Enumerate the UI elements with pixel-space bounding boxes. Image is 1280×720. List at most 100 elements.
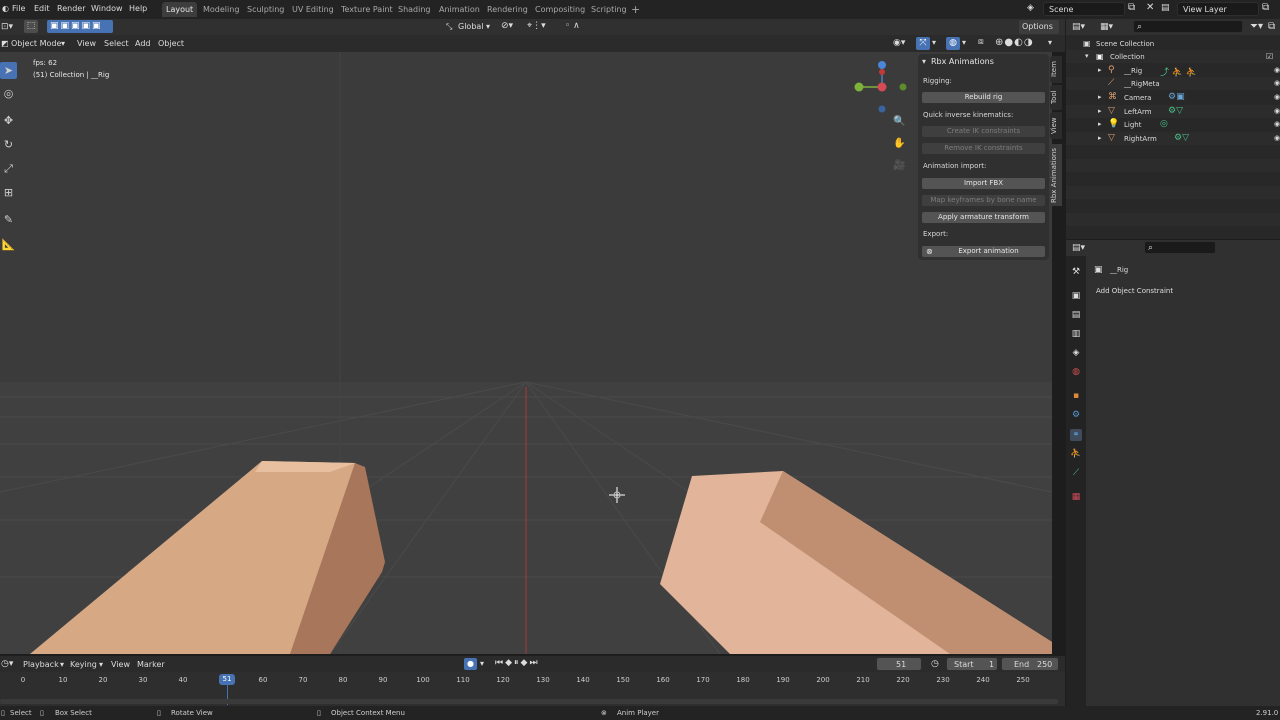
tab-rendering[interactable]: Rendering: [483, 2, 532, 17]
apply-armature-button[interactable]: Apply armature transform: [922, 212, 1045, 223]
selection-mode-icon[interactable]: ▣▣▣▣▣: [47, 20, 113, 33]
view-layer-icon[interactable]: ▤: [1161, 3, 1170, 13]
chevron-down-icon[interactable]: ▾: [60, 660, 64, 669]
chevron-down-icon[interactable]: ▾: [1085, 52, 1089, 60]
chevron-down-icon[interactable]: ▾: [932, 38, 936, 47]
annotate-tool-icon[interactable]: ✎: [0, 211, 17, 228]
transform-orientation-icon[interactable]: ⤡: [446, 22, 452, 32]
chevron-down-icon[interactable]: ▾: [486, 22, 490, 31]
3d-viewport[interactable]: fps: 62 (51) Collection | __Rig ➤ ◎ ✥ ↻ …: [0, 52, 1052, 654]
timeline-editor-icon[interactable]: ◷▾: [1, 659, 13, 669]
xray-icon[interactable]: ⧈: [978, 37, 984, 47]
view-layer-tab-icon[interactable]: ▥: [1070, 328, 1082, 340]
tool-tab-icon[interactable]: ⚒: [1070, 266, 1082, 278]
menu-playback[interactable]: Playback: [23, 660, 59, 669]
eye-icon[interactable]: ◉: [1274, 79, 1280, 87]
data-tab-icon[interactable]: ⟋: [1070, 467, 1082, 479]
current-frame-field[interactable]: 51: [876, 657, 922, 671]
eye-icon[interactable]: ◉: [1274, 120, 1280, 128]
outliner-item-light[interactable]: ▸ 💡 Light ◎ ◉: [1066, 118, 1280, 131]
proportional-edit-icon[interactable]: ◦ ∧: [565, 21, 580, 31]
chevron-right-icon[interactable]: ▸: [1098, 134, 1102, 142]
menu-select[interactable]: Select: [104, 39, 129, 48]
snap-icon[interactable]: ⌖⋮▾: [527, 21, 546, 31]
tab-layout[interactable]: Layout: [162, 2, 198, 17]
timeline-scrollbar[interactable]: [0, 699, 1058, 704]
world-tab-icon[interactable]: ◍: [1070, 366, 1082, 378]
remove-ik-button[interactable]: Remove IK constraints: [922, 143, 1045, 154]
scene-tab-icon[interactable]: ◈: [1070, 347, 1082, 359]
menu-view[interactable]: View: [77, 39, 96, 48]
new-view-layer-icon[interactable]: ⧉: [1262, 2, 1269, 13]
tab-tool[interactable]: Tool: [1050, 85, 1062, 110]
timeline-scrubber[interactable]: 0 10 20 30 40 60 70 80 90 100 110 120 13…: [0, 672, 1065, 706]
chevron-down-icon[interactable]: ▾: [480, 659, 484, 668]
outliner-item-rightarm[interactable]: ▸ ▽ RightArm ⚙▽ ◉: [1066, 132, 1280, 145]
scene-icon[interactable]: ◈: [1027, 3, 1034, 13]
export-animation-button[interactable]: ⊗ Export animation: [922, 246, 1045, 257]
mode-icon[interactable]: ◩: [1, 39, 9, 48]
scene-collection-row[interactable]: ▣ Scene Collection: [1066, 37, 1280, 50]
eye-icon[interactable]: ◉: [1274, 93, 1280, 101]
tab-view[interactable]: View: [1050, 112, 1062, 139]
texture-tab-icon[interactable]: ▦: [1070, 491, 1082, 503]
object-mode-dropdown[interactable]: Object Mode: [11, 39, 61, 48]
object-tab-icon[interactable]: ▪: [1070, 390, 1082, 402]
menu-render[interactable]: Render: [57, 4, 85, 13]
tab-compositing[interactable]: Compositing: [531, 2, 589, 17]
filter-icon[interactable]: ⏷▾: [1250, 21, 1263, 32]
outliner-editor-icon[interactable]: ▤▾: [1072, 22, 1085, 32]
blender-logo-icon[interactable]: ◐: [2, 4, 9, 13]
editor-type-icon[interactable]: ⊡▾: [1, 22, 13, 32]
display-mode-icon[interactable]: ▦▾: [1100, 22, 1113, 32]
output-tab-icon[interactable]: ▤: [1070, 309, 1082, 321]
tab-texture-paint[interactable]: Texture Paint: [337, 2, 397, 17]
checkbox-icon[interactable]: ☑: [1266, 52, 1273, 61]
move-tool-icon[interactable]: ✥: [0, 112, 17, 129]
end-frame-field[interactable]: End 250: [1001, 657, 1059, 671]
zoom-icon[interactable]: 🔍: [893, 116, 905, 127]
tab-animation[interactable]: Animation: [435, 2, 484, 17]
render-tab-icon[interactable]: ▣: [1070, 290, 1082, 302]
camera-view-icon[interactable]: 🎥: [893, 160, 905, 171]
menu-object[interactable]: Object: [158, 39, 184, 48]
rotate-tool-icon[interactable]: ↻: [0, 136, 17, 153]
playhead-indicator[interactable]: 51: [219, 674, 235, 685]
modifier-tab-icon[interactable]: ⚙: [1070, 409, 1082, 421]
outliner-item-rigmeta[interactable]: ⟋ __RigMeta ◉: [1066, 77, 1280, 90]
visibility-icon[interactable]: ◉▾: [893, 38, 905, 48]
eye-icon[interactable]: ◉: [1274, 107, 1280, 115]
gizmo-toggle-icon[interactable]: ⤧: [916, 37, 930, 50]
tab-uv-editing[interactable]: UV Editing: [288, 2, 338, 17]
outliner-item-rig[interactable]: ▸ ⚲ __Rig ⤴ ⛹ ⛹ ◉: [1066, 64, 1280, 78]
new-collection-icon[interactable]: ⧉: [1268, 21, 1275, 32]
scene-field[interactable]: Scene: [1043, 2, 1125, 16]
clock-icon[interactable]: ◷: [931, 659, 939, 669]
playback-controls-icon[interactable]: ⏮◆⏸◆⏭: [495, 658, 540, 668]
orientation-dropdown[interactable]: Global: [458, 22, 484, 31]
add-object-constraint-button[interactable]: Add Object Constraint: [1090, 284, 1276, 298]
tab-item[interactable]: Item: [1050, 56, 1062, 83]
outliner-item-camera[interactable]: ▸ ⌘ Camera ⚙▣ ◉: [1066, 91, 1280, 104]
transform-tool-icon[interactable]: ⊞: [0, 184, 17, 201]
add-workspace-button[interactable]: +: [627, 2, 644, 17]
chevron-down-icon[interactable]: ▾: [99, 660, 103, 669]
scale-tool-icon[interactable]: ⤢: [0, 160, 17, 177]
tab-rbx-animations[interactable]: Rbx Animations: [1050, 144, 1062, 206]
import-fbx-button[interactable]: Import FBX: [922, 178, 1045, 189]
chevron-right-icon[interactable]: ▸: [1098, 93, 1102, 101]
chevron-right-icon[interactable]: ▸: [1098, 66, 1102, 74]
menu-keying[interactable]: Keying: [70, 660, 97, 669]
eye-icon[interactable]: ◉: [1274, 134, 1280, 142]
chevron-down-icon[interactable]: ▾: [962, 38, 966, 47]
auto-key-icon[interactable]: ●: [464, 658, 477, 670]
menu-file[interactable]: File: [12, 4, 25, 13]
tab-scripting[interactable]: Scripting: [587, 2, 631, 17]
menu-view[interactable]: View: [111, 660, 130, 669]
menu-edit[interactable]: Edit: [34, 4, 50, 13]
select-box-tool-icon[interactable]: ➤: [0, 62, 17, 79]
collection-row[interactable]: ▾ ▣ Collection ☑: [1066, 50, 1280, 63]
pan-hand-icon[interactable]: ✋: [893, 138, 905, 149]
physics-tab-icon[interactable]: ⛹: [1070, 448, 1082, 460]
options-dropdown[interactable]: Options: [1019, 20, 1059, 34]
